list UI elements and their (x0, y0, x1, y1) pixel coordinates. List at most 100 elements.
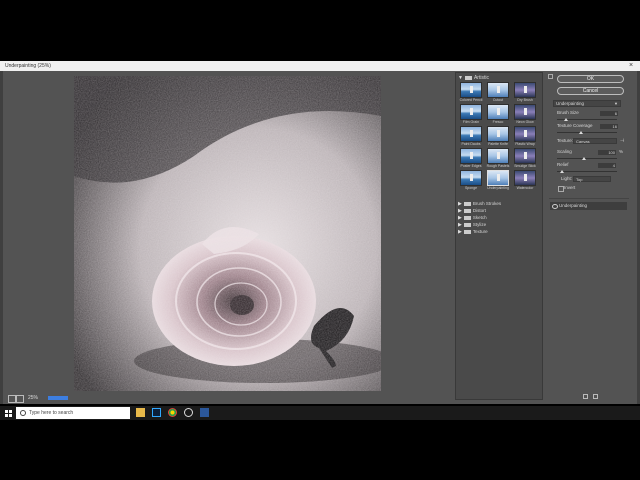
filter-thumbnail-label: Dry Brush (517, 98, 533, 102)
filter-thumbnail[interactable] (460, 126, 482, 142)
expanded-triangle-icon: ▼ (458, 75, 463, 81)
texture-coverage-slider[interactable] (557, 131, 617, 134)
folder-icon (463, 201, 471, 206)
folder-icon (463, 215, 471, 220)
word-icon[interactable] (200, 408, 209, 417)
folder-icon (463, 208, 471, 213)
filter-thumbnail-label: Film Grain (462, 120, 480, 124)
filter-thumbnail[interactable] (514, 148, 536, 164)
category-sketch[interactable]: ▶ Sketch (458, 214, 542, 221)
filter-thumbnail[interactable] (487, 148, 509, 164)
filter-thumbnail[interactable] (487, 126, 509, 142)
close-icon[interactable]: × (626, 62, 636, 70)
brush-size-input[interactable]: 6 (600, 111, 618, 116)
filter-thumbnail[interactable] (460, 170, 482, 186)
slider-handle[interactable] (582, 157, 586, 160)
filter-thumbnail[interactable] (514, 82, 536, 98)
filter-thumbnail-label: Neon Glow (516, 120, 534, 124)
slider-handle[interactable] (564, 118, 568, 121)
filter-thumbnail-label: Watercolor (516, 186, 534, 190)
ok-button[interactable]: OK (557, 75, 624, 83)
relief-input[interactable]: 4 (598, 163, 616, 168)
dialog-title: Underpainting (25%) (5, 63, 51, 69)
collapsed-triangle-icon: ▶ (458, 229, 462, 235)
eye-icon[interactable] (552, 204, 558, 209)
texture-coverage-input[interactable]: 16 (600, 124, 618, 129)
folder-icon (463, 229, 471, 234)
folder-icon (464, 75, 472, 80)
filter-thumbnail[interactable] (487, 170, 509, 186)
filter-thumbnail-label: Poster Edges (460, 164, 482, 168)
brush-size-label: Brush Size (557, 110, 579, 115)
filter-thumbnail[interactable] (514, 170, 536, 186)
texture-menu-icon[interactable]: ⊣ (620, 139, 624, 144)
zoom-in-icon[interactable] (16, 395, 24, 403)
texture-select-value: Canvas (576, 139, 590, 144)
texture-select[interactable]: Canvas (573, 138, 617, 144)
effect-layer-row[interactable]: Underpainting (550, 202, 627, 210)
category-label: Brush Strokes (472, 201, 502, 206)
filter-thumbnail[interactable] (460, 148, 482, 164)
zoom-out-icon[interactable] (8, 395, 16, 403)
relief-slider[interactable] (557, 170, 617, 173)
light-label: Light: (561, 176, 573, 181)
scaling-slider[interactable] (557, 157, 617, 160)
dialog-titlebar (0, 61, 640, 71)
category-stylize[interactable]: ▶ Stylize (458, 221, 542, 228)
filter-thumbnail-label: Plastic Wrap (515, 142, 535, 146)
top-letterbox (0, 0, 640, 61)
chrome-icon[interactable] (168, 408, 177, 417)
filter-thumbnail[interactable] (487, 82, 509, 98)
category-label: Sketch (472, 215, 487, 220)
category-texture[interactable]: ▶ Texture (458, 228, 542, 235)
category-label: Distort (472, 208, 486, 213)
category-label: Texture (472, 229, 488, 234)
scaling-input[interactable]: 100 (598, 150, 616, 155)
status-bar: 25% (4, 393, 444, 404)
category-brush-strokes[interactable]: ▶ Brush Strokes (458, 200, 542, 207)
scaling-label: Scaling (557, 149, 572, 154)
filter-select-value: Underpainting (556, 101, 585, 106)
folder-icon (463, 222, 471, 227)
category-label: Stylize (472, 222, 487, 227)
search-icon (20, 410, 26, 416)
settings-panel (547, 72, 637, 400)
taskbar-search-box[interactable]: Type here to search (16, 407, 130, 419)
texture-label: Texture: (557, 138, 574, 143)
filter-thumbnail[interactable] (460, 104, 482, 120)
file-explorer-icon[interactable] (136, 408, 145, 417)
category-artistic[interactable]: ▼ Artistic (458, 75, 542, 82)
cancel-button[interactable]: Cancel (557, 87, 624, 95)
preview-canvas[interactable] (74, 76, 381, 391)
search-placeholder: Type here to search (29, 410, 74, 416)
delete-layer-icon[interactable] (593, 394, 598, 399)
brush-size-slider[interactable] (557, 118, 617, 121)
filter-thumbnail-label: Colored Pencil (459, 98, 483, 102)
chevron-down-icon: ▼ (614, 101, 618, 106)
light-select[interactable]: Top (573, 176, 611, 182)
filter-thumbnail[interactable] (487, 104, 509, 120)
filter-select[interactable]: Underpainting ▼ (553, 100, 621, 107)
scaling-unit: % (619, 149, 624, 154)
new-layer-icon[interactable] (583, 394, 588, 399)
left-edge (0, 71, 3, 404)
filter-thumbnail[interactable] (514, 104, 536, 120)
clock-icon[interactable] (184, 408, 193, 417)
filter-thumbnail[interactable] (460, 82, 482, 98)
zoom-level[interactable]: 25% (28, 394, 38, 402)
light-select-value: Top (576, 177, 583, 182)
filter-thumbnail-label: Sponge (464, 186, 478, 190)
category-label: Artistic (473, 75, 489, 81)
category-distort[interactable]: ▶ Distort (458, 207, 542, 214)
photoshop-icon[interactable] (152, 408, 161, 417)
filter-thumbnail-label: Smudge Stick (514, 164, 536, 168)
slider-handle[interactable] (579, 131, 583, 134)
slider-handle[interactable] (559, 170, 564, 173)
filter-thumbnail[interactable] (514, 126, 536, 142)
filter-thumbnail-label: Rough Pastels (486, 164, 510, 168)
windows-start-icon[interactable] (5, 410, 12, 417)
invert-label: Invert (564, 185, 576, 190)
collapse-gallery-icon[interactable] (548, 74, 553, 79)
bottom-letterbox (0, 420, 640, 480)
filter-thumbnail-label: Paint Daubs (461, 142, 481, 146)
